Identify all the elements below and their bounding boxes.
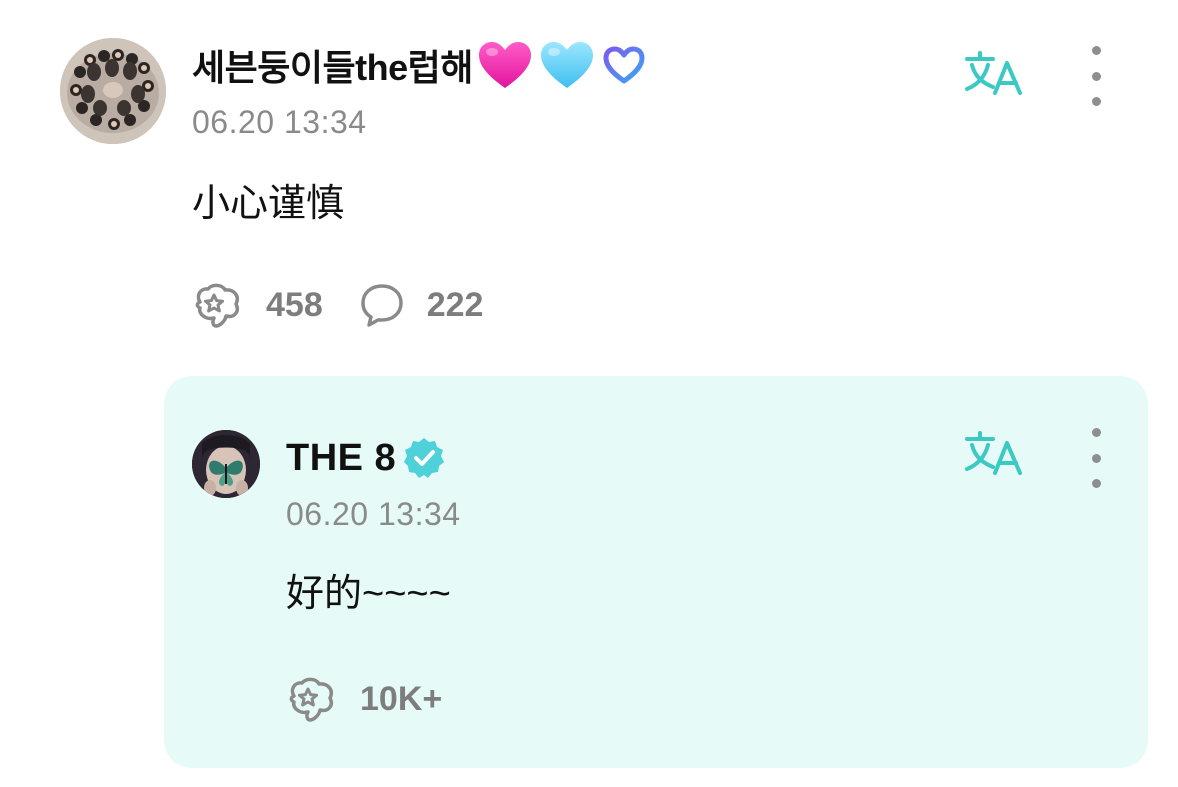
more-options-button[interactable] [1081, 46, 1111, 106]
like-count: 458 [266, 285, 323, 324]
like-button[interactable]: 458 [192, 282, 323, 328]
group-photo-image [60, 38, 166, 144]
light-blue-heart-emoji [540, 42, 593, 88]
reply-author-avatar[interactable] [192, 430, 260, 498]
comment-button[interactable]: 222 [359, 282, 484, 328]
artist-photo-image [192, 430, 260, 498]
like-icon [195, 283, 239, 328]
reply-translate-button[interactable] [962, 428, 1026, 478]
reply-more-options-button[interactable] [1081, 428, 1111, 488]
more-vertical-icon-dot [1091, 97, 1101, 106]
more-vertical-icon-dot [1091, 428, 1101, 437]
comment-count: 222 [426, 285, 484, 324]
post-body-text: 小心谨慎 [192, 183, 345, 225]
comment-icon [360, 284, 403, 327]
pink-heart-emoji [478, 42, 531, 88]
more-vertical-icon-dot [1091, 453, 1101, 463]
verified-badge-icon [404, 438, 445, 478]
author-badges [477, 40, 647, 90]
like-icon [289, 677, 333, 722]
post-timestamp: 06.20 13:34 [192, 104, 367, 140]
translate-icon [965, 431, 1022, 475]
reply-card: THE 8 06.20 13:34 好的~~~~ 10K+ [164, 376, 1148, 768]
weverse-membership-heart-icon [603, 46, 645, 84]
reply-body-text: 好的~~~~ [286, 573, 451, 615]
reply-timestamp: 06.20 13:34 [286, 496, 461, 532]
more-vertical-icon-dot [1091, 71, 1101, 81]
reply-like-count: 10K+ [360, 679, 443, 718]
post-stats: 458 222 [192, 282, 519, 328]
translate-button[interactable] [962, 48, 1026, 98]
author-name[interactable]: 세븐둥이들the럽해 [192, 39, 473, 91]
reply-stats: 10K+ [286, 676, 478, 722]
reply-author-name[interactable]: THE 8 [286, 437, 396, 480]
more-vertical-icon-dot [1091, 479, 1101, 488]
translate-icon [965, 51, 1022, 95]
comment-post: 세븐둥이들the럽해 06.20 13:34 小心谨慎 458 222 [0, 0, 1178, 360]
reply-author-row: THE 8 [286, 434, 446, 482]
author-avatar[interactable] [60, 38, 166, 144]
more-vertical-icon-dot [1091, 46, 1101, 55]
author-row: 세븐둥이들the럽해 [192, 38, 647, 92]
reply-like-button[interactable]: 10K+ [286, 676, 442, 722]
